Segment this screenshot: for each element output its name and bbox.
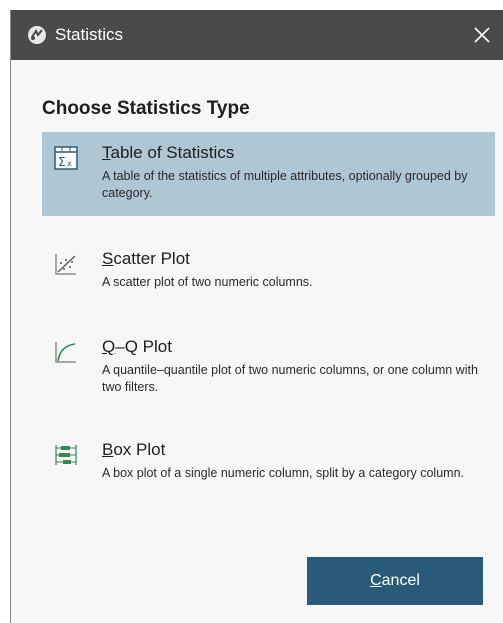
dialog-heading: Choose Statistics Type bbox=[42, 98, 250, 119]
window-title: Statistics bbox=[55, 25, 124, 44]
title-bar: Statistics bbox=[11, 10, 503, 60]
option-description: A scatter plot of two numeric columns. bbox=[102, 275, 313, 289]
close-icon[interactable] bbox=[467, 20, 497, 50]
option-description: A box plot of a single numeric column, s… bbox=[102, 466, 464, 480]
table-statistics-icon: Σ x bbox=[54, 146, 78, 170]
svg-text:x: x bbox=[67, 159, 72, 168]
option-description: A table of the statistics of multiple at… bbox=[102, 169, 468, 200]
option-title: Scatter Plot bbox=[102, 249, 190, 268]
app-logo-icon bbox=[28, 26, 46, 44]
scatter-plot-icon bbox=[55, 254, 76, 275]
option-title: Box Plot bbox=[102, 440, 166, 459]
qq-plot-icon bbox=[55, 342, 76, 363]
cancel-button[interactable]: Cancel bbox=[307, 557, 483, 605]
option-description: A quantile–quantile plot of two numeric … bbox=[102, 363, 478, 394]
option-box-plot[interactable]: Box Plot A box plot of a single numeric … bbox=[42, 429, 495, 513]
statistics-dialog: Statistics Choose Statistics Type Σ x Ta… bbox=[10, 10, 503, 623]
option-title: Table of Statistics bbox=[102, 143, 235, 162]
svg-text:Σ: Σ bbox=[58, 155, 66, 169]
option-scatter-plot[interactable]: Scatter Plot A scatter plot of two numer… bbox=[42, 238, 495, 308]
box-plot-icon bbox=[55, 445, 77, 465]
option-table-of-statistics[interactable]: Σ x Table of Statistics A table of the s… bbox=[42, 132, 495, 216]
option-qq-plot[interactable]: Q–Q Plot A quantile–quantile plot of two… bbox=[42, 326, 495, 410]
option-title: Q–Q Plot bbox=[102, 337, 172, 356]
